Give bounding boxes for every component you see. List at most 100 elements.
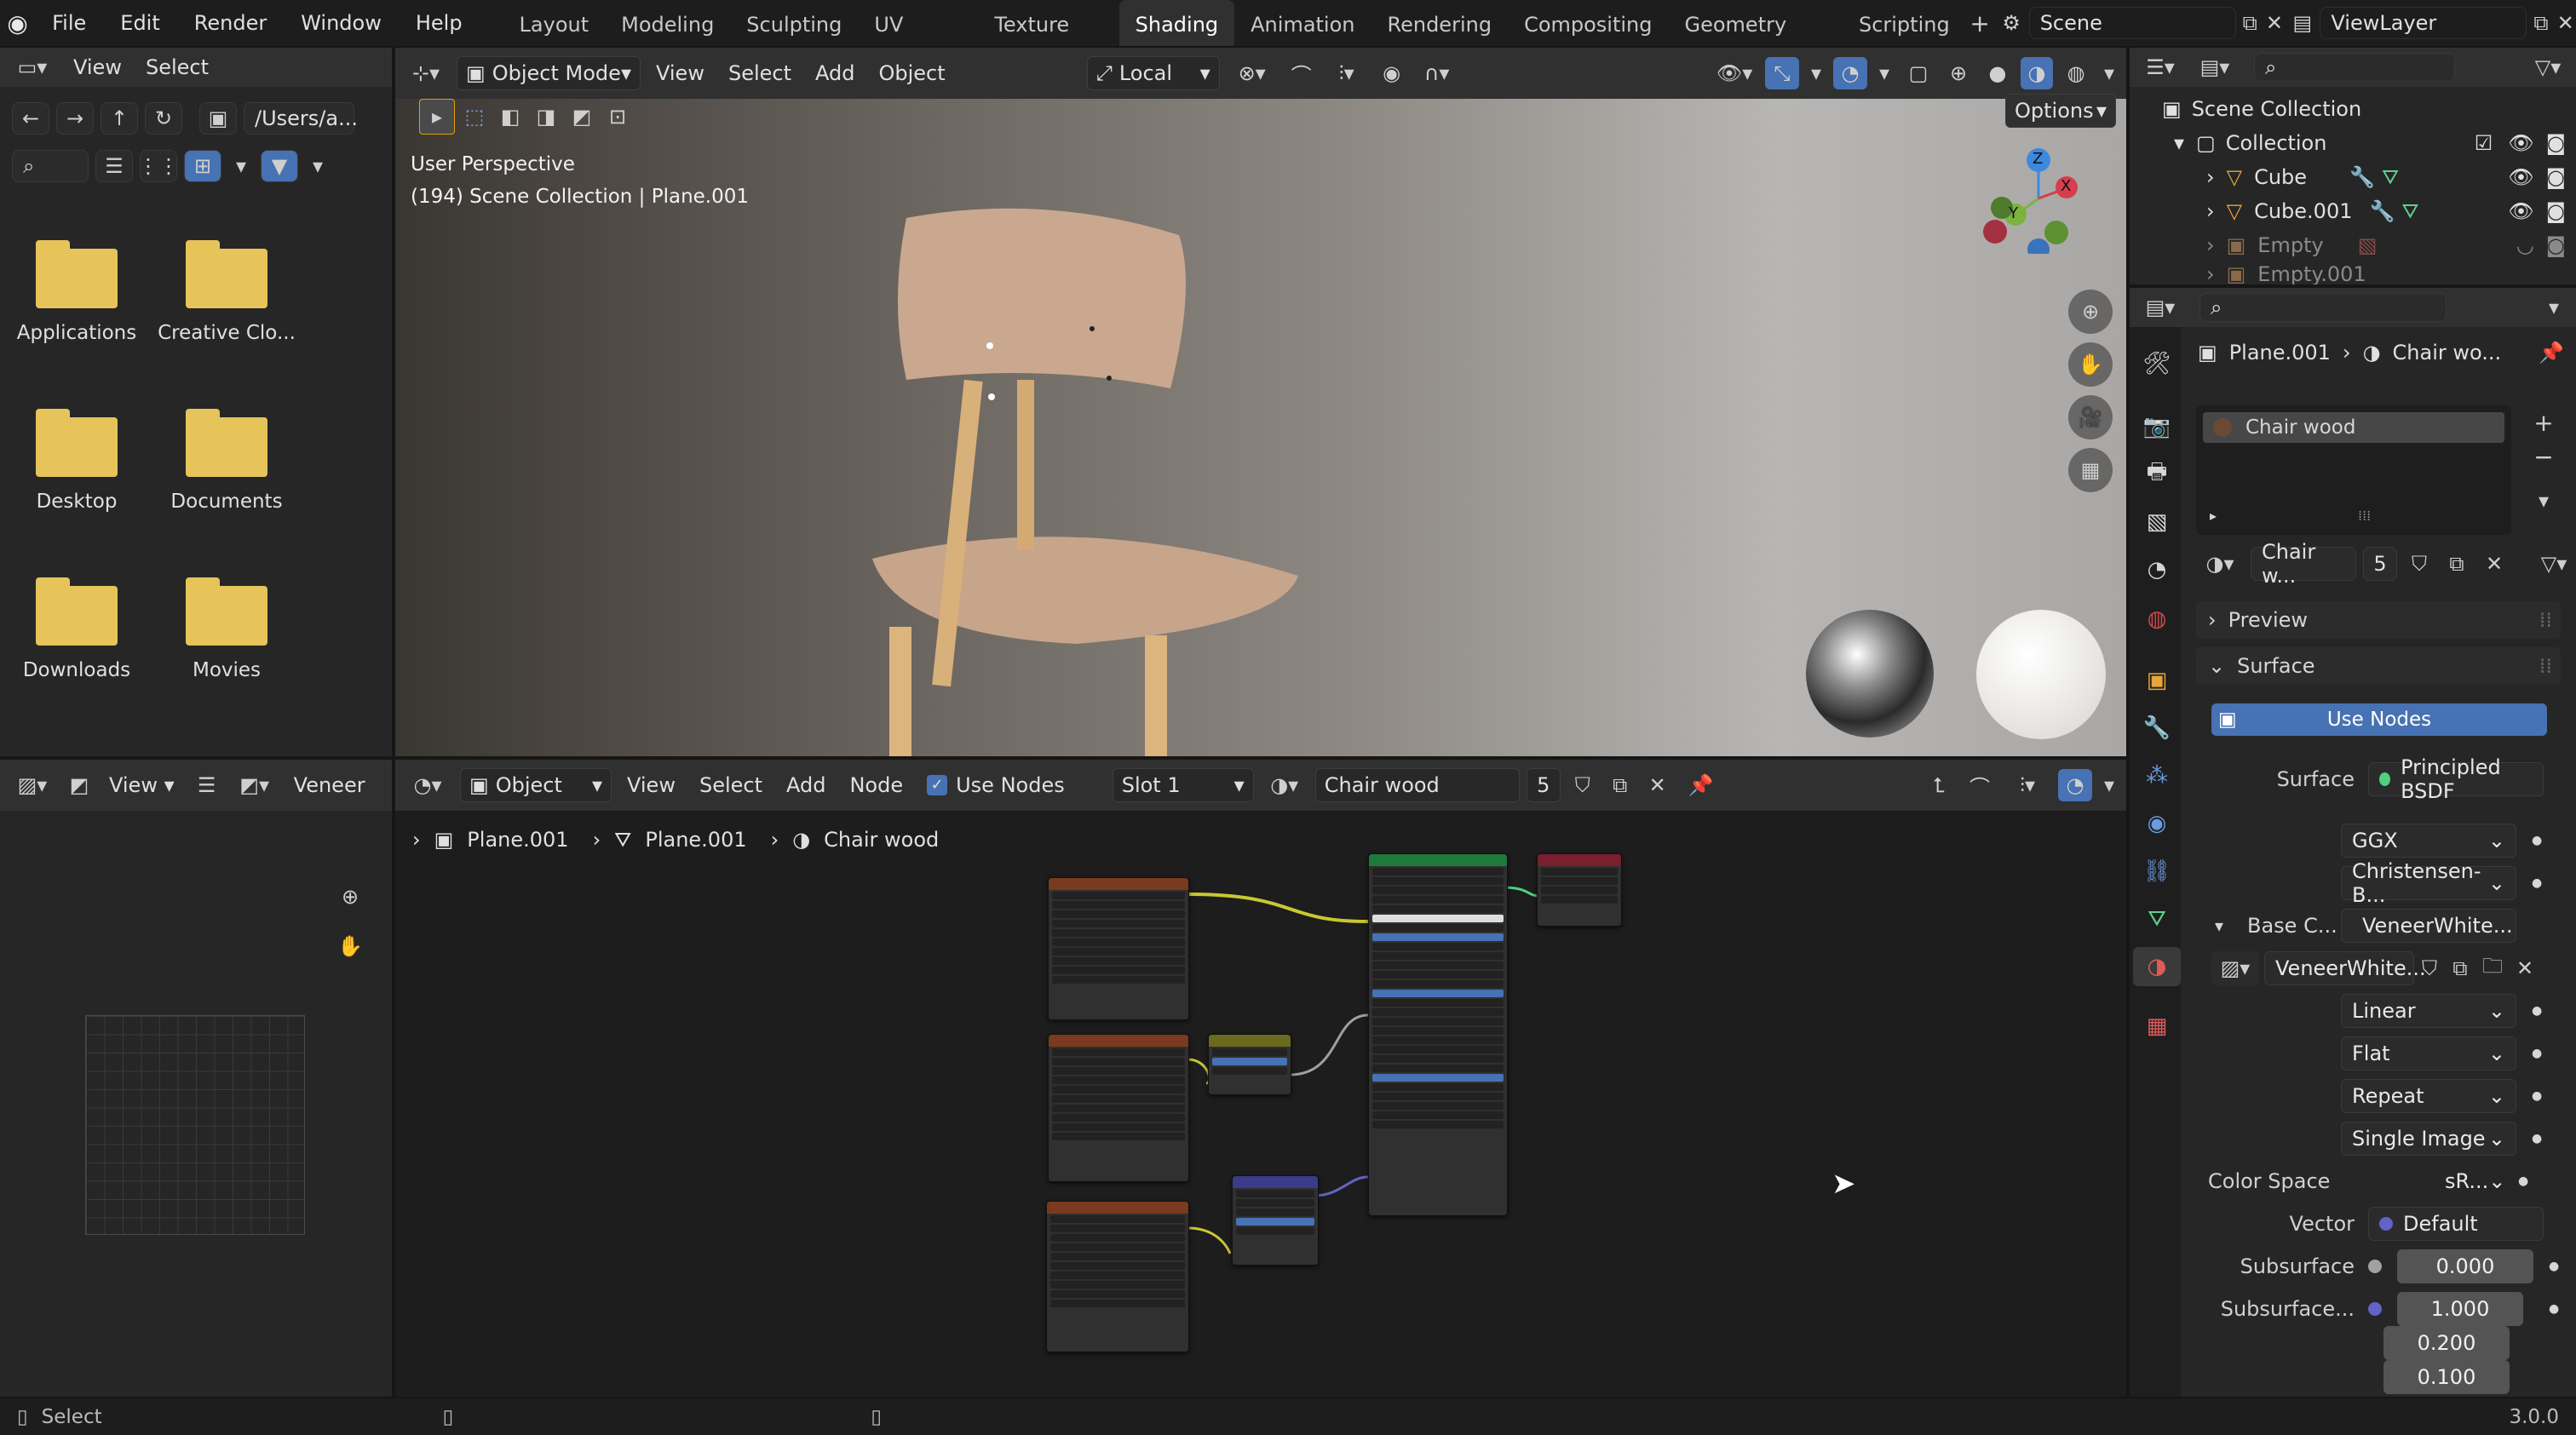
animate-dot-icon[interactable]: ● — [2532, 834, 2542, 847]
interpolation-dropdown[interactable]: Linear ⌄ — [2341, 994, 2516, 1028]
material-slot-item[interactable]: Chair wood — [2203, 412, 2504, 443]
base-color-link-field[interactable]: VeneerWhite... — [2341, 909, 2516, 943]
back-icon[interactable]: ← — [12, 102, 49, 135]
pan-hand-icon[interactable]: ✋ — [2068, 342, 2113, 387]
image-texture-node-2[interactable] — [1048, 1034, 1189, 1182]
constraints-tab-icon[interactable]: ⛓ — [2133, 852, 2181, 891]
parent-dir-icon[interactable]: ↑ — [101, 102, 138, 135]
menu-edit[interactable]: Edit — [103, 0, 176, 46]
resize-handle-icon[interactable]: ⁞⁞⁞ — [2358, 508, 2371, 524]
extension-dropdown[interactable]: Repeat ⌄ — [2341, 1079, 2516, 1113]
unlink-material-icon[interactable]: ✕ — [2479, 552, 2510, 576]
pin-icon[interactable]: 📌 — [2539, 341, 2564, 364]
folder-documents[interactable]: Documents — [150, 409, 303, 513]
fake-user-shield-icon[interactable]: ⛉ — [2404, 552, 2435, 576]
blender-logo-icon[interactable]: ◉ — [0, 9, 35, 37]
material-browse-icon[interactable]: ◑▾ — [2196, 552, 2244, 576]
image-view-dropdown[interactable]: View ▾ — [101, 768, 183, 802]
select-tool-icon[interactable]: ▸ — [419, 99, 455, 135]
image-pan-hand-icon[interactable]: ✋ — [329, 925, 371, 967]
falloff-icon[interactable]: ∩▾ — [1416, 61, 1458, 85]
tab-scripting[interactable]: Scripting — [1843, 0, 1966, 46]
camera-render-icon[interactable]: ◙ — [2546, 233, 2566, 257]
visibility-icon[interactable]: 👁▾ — [1711, 61, 1758, 85]
source-dropdown[interactable]: Single Image ⌄ — [2341, 1122, 2516, 1156]
filter-icon[interactable]: ▼ — [261, 150, 298, 182]
material-users-count[interactable]: 5 — [2363, 547, 2397, 581]
menu-window[interactable]: Window — [284, 0, 399, 46]
menu-fb-select[interactable]: Select — [137, 50, 217, 84]
folder-desktop[interactable]: Desktop — [0, 409, 153, 513]
add-slot-icon[interactable]: + — [2527, 405, 2561, 439]
camera-render-icon[interactable]: ◙ — [2546, 199, 2566, 223]
output-tab-icon[interactable]: 🖶 — [2133, 455, 2181, 494]
tab-layout[interactable]: Layout — [503, 0, 606, 46]
remove-view-layer-icon[interactable]: ✕ — [2555, 11, 2576, 35]
menu-help[interactable]: Help — [399, 0, 480, 46]
menu-vp-select[interactable]: Select — [720, 56, 800, 90]
select-subtract-icon[interactable]: ◨ — [530, 99, 562, 135]
tab-geometry-nodes[interactable]: Geometry Nodes — [1669, 0, 1843, 86]
scene-icon[interactable]: ⚙ — [1994, 11, 2029, 35]
subsurface-value-field[interactable]: 0.000 — [2397, 1249, 2533, 1283]
horizontal-list-icon[interactable]: ⋮⋮ — [138, 150, 179, 182]
gizmo-dropdown-icon[interactable]: ▾ — [1806, 61, 1826, 85]
folder-applications[interactable]: Applications — [0, 240, 153, 344]
texture-tab-icon[interactable]: ▦ — [2133, 1007, 2181, 1046]
image-view-mode-icon[interactable]: ◩ — [65, 773, 94, 797]
eye-icon[interactable]: 👁 — [2508, 165, 2533, 189]
image-editor-type-icon[interactable]: ▨▾ — [7, 773, 58, 797]
folder-creative-cloud[interactable]: Creative Clo... — [150, 240, 303, 344]
open-folder-icon[interactable]: 🗀 — [2475, 951, 2510, 986]
view-layer-field[interactable]: ViewLayer — [2320, 7, 2527, 39]
proportional-edit-icon[interactable]: ◉ — [1375, 61, 1409, 85]
duplicate-image-icon[interactable]: ⧉ — [2445, 956, 2475, 980]
transform-orientation-dropdown[interactable]: ⤢ Local ▾ — [1086, 56, 1220, 90]
remove-slot-icon[interactable]: − — [2527, 439, 2561, 474]
new-folder-icon[interactable]: ▣ — [199, 102, 237, 135]
menu-vp-view[interactable]: View — [647, 56, 713, 90]
outliner-item-cube[interactable]: › ▽ Cube 🔧 ⛛ 👁 ◙ — [2206, 160, 2566, 194]
image-texture-node-1[interactable] — [1048, 877, 1189, 1020]
tool-tab-icon[interactable]: 🛠 — [2133, 344, 2181, 383]
eye-hidden-icon[interactable]: ◡ — [2516, 233, 2534, 257]
folder-downloads[interactable]: Downloads — [0, 577, 153, 681]
tab-compositing[interactable]: Compositing — [1508, 0, 1668, 46]
view-layer-tab-icon[interactable]: ▧ — [2133, 502, 2181, 542]
world-tab-icon[interactable]: ◍ — [2133, 600, 2181, 639]
duplicate-material-icon[interactable]: ⧉ — [2441, 552, 2472, 576]
display-mode-icon[interactable]: ▤▾ — [2191, 55, 2239, 79]
forward-icon[interactable]: → — [56, 102, 94, 135]
particles-tab-icon[interactable]: ⁂ — [2133, 756, 2181, 795]
surface-shader-field[interactable]: Principled BSDF — [2368, 755, 2544, 803]
camera-render-icon[interactable]: ◙ — [2546, 165, 2566, 189]
path-field[interactable]: /Users/a... — [244, 102, 358, 135]
rendered-shading-icon[interactable]: ◍ — [2060, 61, 2092, 85]
eye-icon[interactable]: 👁 — [2508, 199, 2533, 223]
pivot-icon[interactable]: ⊗▾ — [1227, 61, 1278, 85]
modifier-tab-icon[interactable]: 🔧 — [2133, 709, 2181, 748]
viewport-editor-type-icon[interactable]: ⊹▾ — [402, 61, 450, 85]
properties-dropdown-icon[interactable]: ▾ — [2539, 296, 2569, 319]
physics-tab-icon[interactable]: ◉ — [2133, 804, 2181, 843]
overlay-toggle-icon[interactable]: ◔ — [1833, 57, 1867, 89]
animate-dot-icon[interactable]: ● — [2549, 1302, 2559, 1316]
select-intersect-icon[interactable]: ⊡ — [601, 99, 634, 135]
outliner-editor-type-icon[interactable]: ☰▾ — [2136, 55, 2184, 79]
folder-movies[interactable]: Movies — [150, 577, 303, 681]
wireframe-shading-icon[interactable]: ⊕ — [1942, 61, 1975, 85]
properties-search-input[interactable]: ⌕ — [2199, 293, 2447, 322]
data-tab-icon[interactable]: ⛛ — [2133, 899, 2181, 938]
expand-arrow-icon[interactable]: ▾ — [2215, 916, 2247, 936]
select-box-icon[interactable]: ⬚ — [458, 99, 491, 135]
projection-dropdown[interactable]: Flat ⌄ — [2341, 1036, 2516, 1071]
snap-target-icon[interactable]: ⫶▾ — [1325, 61, 1368, 85]
image-texture-node-3[interactable] — [1046, 1201, 1189, 1352]
refresh-icon[interactable]: ↻ — [145, 102, 182, 135]
animate-dot-icon[interactable]: ● — [2532, 1004, 2542, 1018]
subsurface-radius-x[interactable]: 1.000 — [2397, 1292, 2523, 1326]
outliner-item-empty[interactable]: › ▣ Empty ▧ ◡ ◙ — [2206, 228, 2566, 262]
menu-fb-view[interactable]: View — [65, 50, 130, 84]
animate-dot-icon[interactable]: ● — [2532, 876, 2542, 890]
animate-dot-icon[interactable]: ● — [2518, 1174, 2528, 1188]
